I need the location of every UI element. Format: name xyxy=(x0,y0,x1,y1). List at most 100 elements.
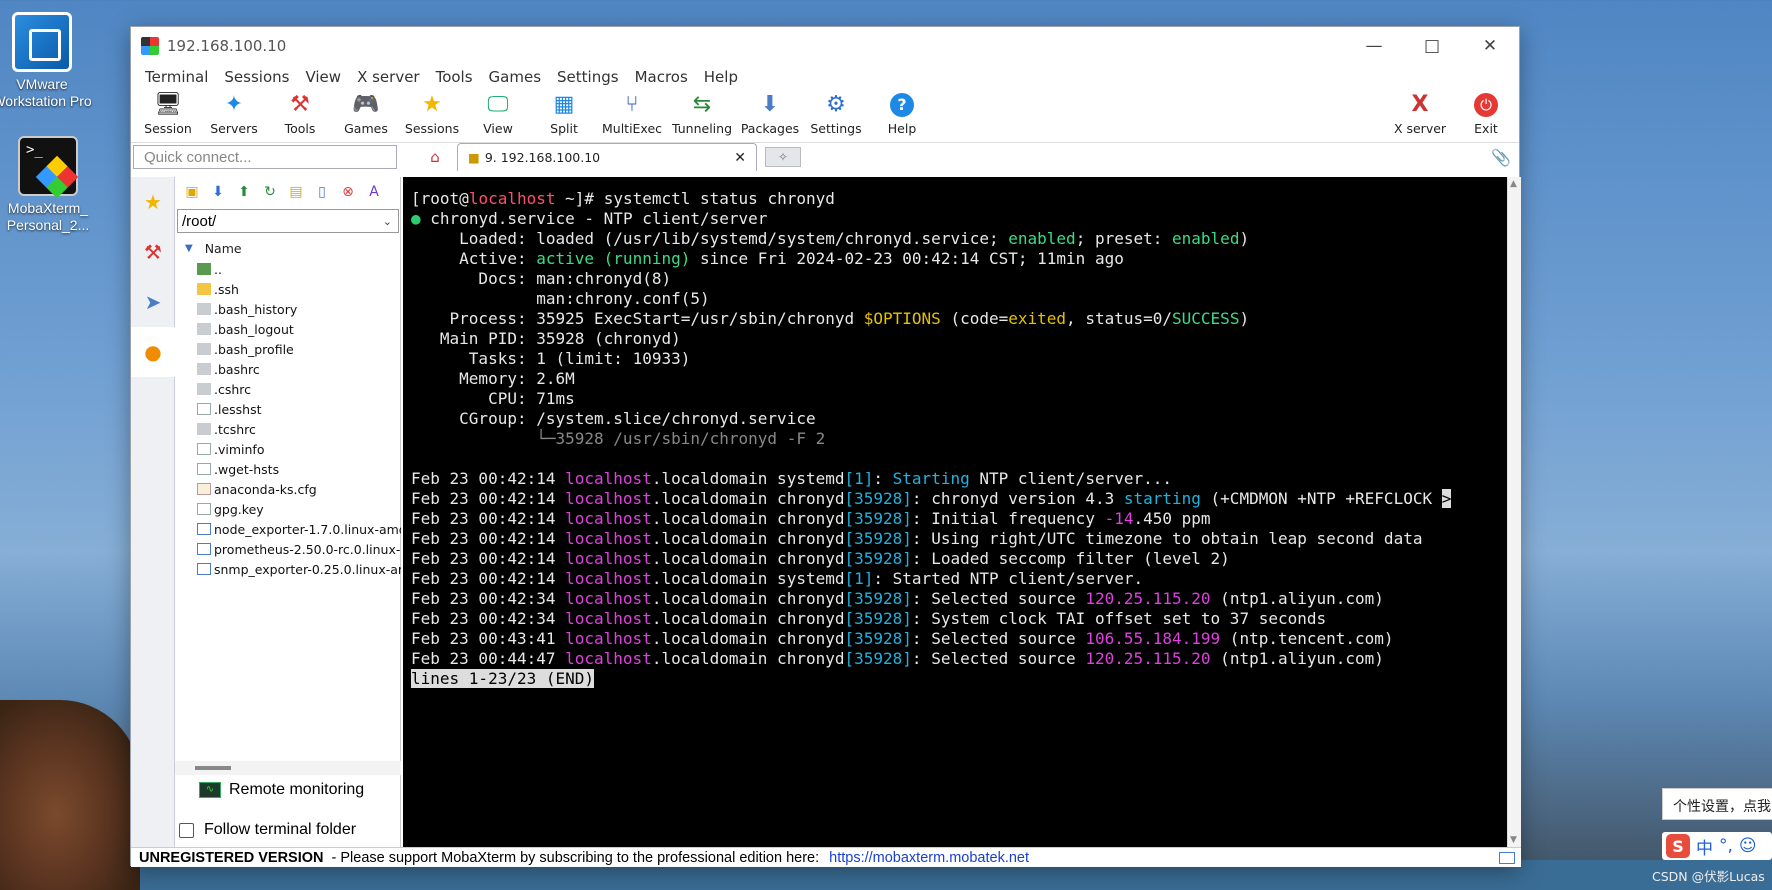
toolbar-multiexec-button[interactable]: ⑂ MultiExec xyxy=(597,89,667,137)
file-browser-toolbar: ▣ ⬇ ⬆ ↻ ▤ ▯ ⊗ A xyxy=(175,177,401,207)
log-line: Feb 23 00:43:41 localhost.localdomain ch… xyxy=(411,629,1394,648)
close-button[interactable]: ✕ xyxy=(1461,27,1519,65)
checkbox-box[interactable] xyxy=(179,822,194,838)
menu-sessions[interactable]: Sessions xyxy=(216,68,297,86)
tab-label: 9. 192.168.100.10 xyxy=(484,150,601,165)
docs-line-2: man:chrony.conf(5) xyxy=(536,289,710,308)
maximize-button[interactable]: □ xyxy=(1403,27,1461,65)
new-tab-button[interactable]: ✧ xyxy=(765,147,801,167)
log-line: Feb 23 00:42:14 localhost.localdomain sy… xyxy=(411,469,1173,488)
menu-x-server[interactable]: X server xyxy=(349,68,428,86)
file-icon xyxy=(197,463,211,475)
archive-file-icon xyxy=(197,543,211,555)
toolbar-split-button[interactable]: ▦ Split xyxy=(531,89,597,137)
sessions-star-icon[interactable]: ★ xyxy=(131,177,175,227)
scroll-up-icon[interactable]: ▲ xyxy=(1510,179,1517,189)
ime-punct[interactable]: °, xyxy=(1719,836,1733,856)
folder-up-icon[interactable]: ▣ xyxy=(181,184,203,200)
file-item[interactable]: .bash_history xyxy=(197,299,401,319)
download-icon[interactable]: ⬇ xyxy=(207,184,229,200)
loaded-line: Loaded: loaded (/usr/lib/systemd/system/… xyxy=(411,229,1250,248)
toolbar-tools-button[interactable]: ⚒ Tools xyxy=(267,89,333,137)
home-tab[interactable]: ⌂ xyxy=(421,145,449,169)
file-item[interactable]: anaconda-ks.cfg xyxy=(197,479,401,499)
star-icon: ★ xyxy=(422,92,442,117)
new-file-icon[interactable]: ▯ xyxy=(311,184,333,200)
rename-icon[interactable]: A xyxy=(363,184,385,200)
terminal-tab-icon: ■ xyxy=(468,150,480,165)
file-item[interactable]: .bashrc xyxy=(197,359,401,379)
archive-file-icon xyxy=(197,563,211,575)
upload-icon[interactable]: ⬆ xyxy=(233,184,255,200)
quick-connect-input[interactable]: Quick connect... xyxy=(133,145,397,169)
toolbar-servers-button[interactable]: ✦ Servers xyxy=(201,89,267,137)
menu-settings[interactable]: Settings xyxy=(549,68,627,86)
toolbar-help-button[interactable]: ? Help xyxy=(869,89,935,136)
menu-terminal[interactable]: Terminal xyxy=(137,68,216,86)
tasks-line: Tasks: 1 (limit: 10933) xyxy=(411,349,691,368)
toolbar-x-server-button[interactable]: XX server xyxy=(1387,89,1453,137)
file-item[interactable]: gpg.key xyxy=(197,499,401,519)
process-line: Process: 35925 ExecStart=/usr/sbin/chron… xyxy=(411,309,1250,328)
terminal-output[interactable]: [root@localhost ~]# systemctl status chr… xyxy=(403,177,1507,847)
toolbar-tunneling-button[interactable]: ⇆ Tunneling xyxy=(667,89,737,137)
file-item[interactable]: .lesshst xyxy=(197,399,401,419)
menu-games[interactable]: Games xyxy=(481,68,549,86)
toolbar-settings-button[interactable]: ⚙ Settings xyxy=(803,89,869,137)
toolbar-view-button[interactable]: 🖵 View xyxy=(465,89,531,137)
file-item[interactable]: .bash_logout xyxy=(197,319,401,339)
remote-monitoring-button[interactable]: ∿ Remote monitoring xyxy=(199,781,364,799)
menu-help[interactable]: Help xyxy=(696,68,746,86)
file-item[interactable]: .ssh xyxy=(197,279,401,299)
attachment-icon[interactable]: 📎 xyxy=(1491,148,1511,167)
file-item[interactable]: .. xyxy=(197,259,401,279)
new-folder-icon[interactable]: ▤ xyxy=(285,184,307,200)
tools-side-icon[interactable]: ⚒ xyxy=(131,227,175,277)
menu-view[interactable]: View xyxy=(297,68,349,86)
file-item[interactable]: .tcshrc xyxy=(197,419,401,439)
toolbar-exit-button[interactable]: ⏻ Exit xyxy=(1453,89,1519,136)
scroll-thumb[interactable] xyxy=(195,766,231,770)
file-list-header[interactable]: ▼ Name xyxy=(175,237,401,259)
terminal-scrollbar[interactable]: ▲ ▼ xyxy=(1507,177,1521,847)
journal-log: Feb 23 00:42:14 localhost.localdomain sy… xyxy=(411,469,1507,669)
file-item[interactable]: prometheus-2.50.0-rc.0.linux-a xyxy=(197,539,401,559)
status-bar: UNREGISTERED VERSION - Please support Mo… xyxy=(131,847,1521,867)
file-item[interactable]: .bash_profile xyxy=(197,339,401,359)
desktop-icon-mobaxterm[interactable]: >_ MobaXterm_ Personal_2... xyxy=(0,136,98,234)
sftp-globe-icon[interactable]: ● xyxy=(131,327,175,377)
desktop-icon-vmware[interactable]: VMware Workstation Pro xyxy=(0,12,92,110)
toolbar-games-button[interactable]: 🎮 Games xyxy=(333,89,399,137)
docs-line: Docs: man:chronyd(8) xyxy=(411,269,672,288)
path-dropdown[interactable]: /root/ ⌄ xyxy=(177,209,399,233)
menu-bar: Terminal Sessions View X server Tools Ga… xyxy=(131,65,1519,89)
menu-macros[interactable]: Macros xyxy=(627,68,696,86)
ime-toolbar[interactable]: S 中 °, ☺ xyxy=(1662,832,1772,860)
refresh-icon[interactable]: ↻ xyxy=(259,184,281,200)
toolbar-sessions-button[interactable]: ★ Sessions xyxy=(399,89,465,137)
menu-tools[interactable]: Tools xyxy=(428,68,481,86)
screen-icon[interactable] xyxy=(1499,851,1515,864)
config-file-icon xyxy=(197,483,211,495)
tab-session-192-168-100-10[interactable]: ■ 9. 192.168.100.10 ✕ xyxy=(457,143,757,171)
mobatek-link[interactable]: https://mobaxterm.mobatek.net xyxy=(829,850,1029,866)
file-item[interactable]: .wget-hsts xyxy=(197,459,401,479)
toolbar-session-button[interactable]: 🖥 Session xyxy=(135,89,201,137)
follow-terminal-checkbox[interactable]: Follow terminal folder xyxy=(179,821,356,839)
scroll-down-icon[interactable]: ▼ xyxy=(1510,835,1517,845)
file-item[interactable]: node_exporter-1.7.0.linux-amd xyxy=(197,519,401,539)
emoji-icon[interactable]: ☺ xyxy=(1739,836,1757,856)
file-item[interactable]: .cshrc xyxy=(197,379,401,399)
toolbar-packages-button[interactable]: ⬇ Packages xyxy=(737,89,803,137)
tab-row: Quick connect... ⌂ ■ 9. 192.168.100.10 ✕… xyxy=(131,143,1521,171)
file-item[interactable]: .viminfo xyxy=(197,439,401,459)
ime-mode[interactable]: 中 xyxy=(1696,834,1713,859)
paper-plane-icon[interactable]: ➤ xyxy=(131,277,175,327)
file-item[interactable]: snmp_exporter-0.25.0.linux-am xyxy=(197,559,401,579)
file-icon xyxy=(197,503,211,515)
close-tab-icon[interactable]: ✕ xyxy=(734,150,746,166)
delete-icon[interactable]: ⊗ xyxy=(337,184,359,200)
horizontal-scrollbar[interactable] xyxy=(175,761,401,775)
left-pane: ★ ⚒ ➤ ● ▣ ⬇ ⬆ ↻ ▤ ▯ ⊗ A /root/ ⌄ ▼ Name xyxy=(131,177,401,847)
minimize-button[interactable]: — xyxy=(1345,27,1403,65)
